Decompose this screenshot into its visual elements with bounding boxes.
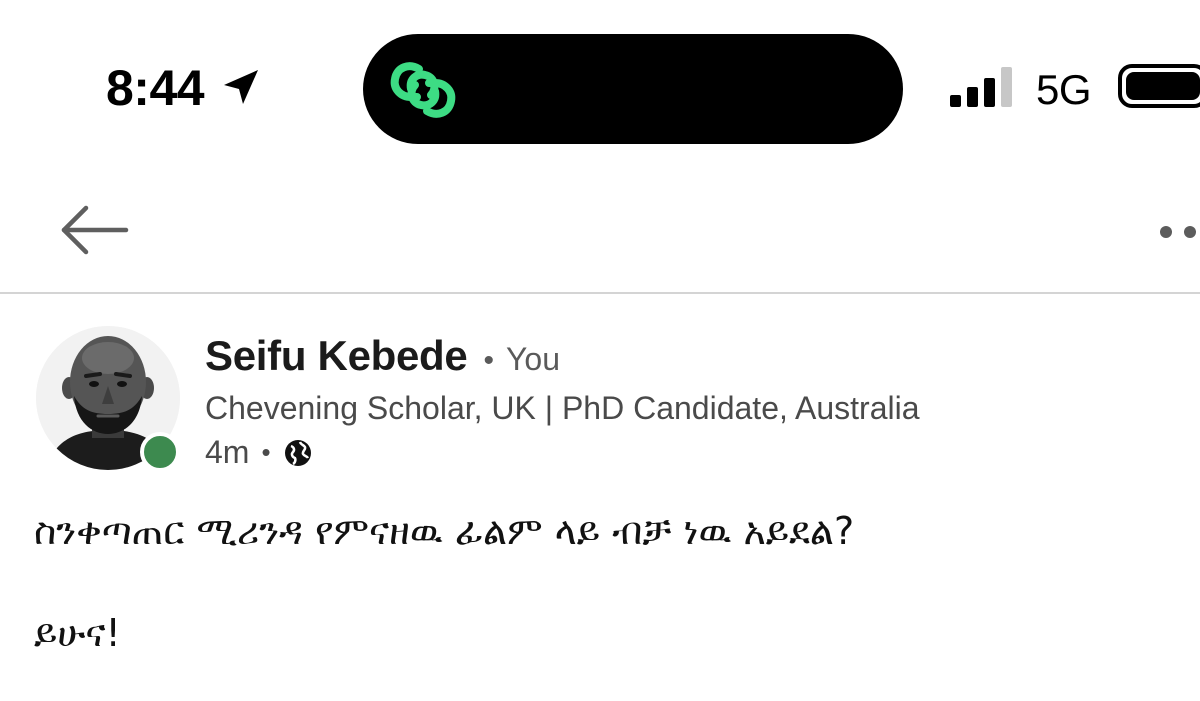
location-arrow-icon — [224, 70, 259, 104]
status-time: 8:44 — [106, 60, 205, 116]
post-meta: 4m • — [205, 434, 313, 471]
globe-icon — [284, 439, 311, 466]
battery-full-icon — [1118, 64, 1200, 108]
author-relation: You — [505, 341, 560, 377]
post-card: Seifu Kebede • You Chevening Scholar, UK… — [0, 294, 1200, 701]
dynamic-island[interactable] — [363, 34, 903, 144]
author-line: Seifu Kebede • You — [205, 332, 560, 380]
author-name[interactable]: Seifu Kebede — [205, 332, 468, 380]
online-status-dot — [140, 432, 180, 472]
separator-dot: • — [261, 437, 271, 467]
post-body: ስንቀጣጠር ሚሪንዳ የምናዘዉ ፊልም ላይ ብቻ ነዉ አይደል? ይሁና… — [34, 506, 1174, 658]
author-avatar-wrap[interactable] — [36, 326, 180, 472]
cellular-signal-icon — [950, 67, 1012, 107]
arrow-left-icon — [61, 205, 129, 255]
battery-fill — [1126, 72, 1200, 100]
back-button[interactable] — [56, 198, 136, 262]
nav-bar — [0, 170, 1200, 294]
author-headline: Chevening Scholar, UK | PhD Candidate, A… — [205, 390, 920, 426]
separator-dot: • — [483, 344, 494, 377]
network-type: 5G — [1036, 66, 1092, 113]
post-age: 4m — [205, 434, 250, 470]
post-detail-screen: 8:44 5G Seifu Kebede • You Chevening Sch… — [0, 0, 1200, 701]
chain-link-icon — [390, 62, 456, 118]
time-group: 8:44 — [106, 58, 262, 118]
more-options-button[interactable] — [1150, 200, 1200, 260]
post-text-line: ስንቀጣጠር ሚሪንዳ የምናዘዉ ፊልም ላይ ብቻ ነዉ አይደል? — [34, 509, 855, 553]
post-text-line: ይሁና! — [34, 611, 121, 655]
status-bar: 8:44 5G — [0, 0, 1200, 170]
